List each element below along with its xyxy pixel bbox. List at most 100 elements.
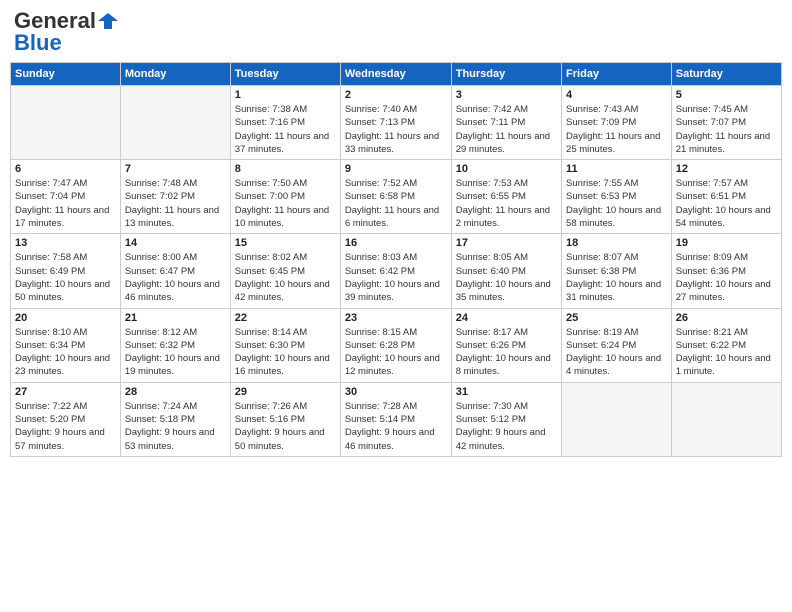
day-number: 10 [456, 163, 557, 175]
day-number: 27 [15, 386, 116, 398]
day-info: Sunrise: 8:19 AMSunset: 6:24 PMDaylight:… [566, 326, 667, 379]
day-number: 7 [125, 163, 226, 175]
calendar-cell: 25 Sunrise: 8:19 AMSunset: 6:24 PMDayligh… [562, 308, 672, 382]
day-number: 16 [345, 237, 447, 249]
week-row-4: 20 Sunrise: 8:10 AMSunset: 6:34 PMDayligh… [11, 308, 782, 382]
calendar-cell: 5Sunrise: 7:45 AMSunset: 7:07 PMDaylight… [671, 86, 781, 160]
calendar-cell: 2 Sunrise: 7:40 AMSunset: 7:13 PMDaylight… [340, 86, 451, 160]
calendar-cell: 8 Sunrise: 7:50 AMSunset: 7:00 PMDaylight… [230, 160, 340, 234]
calendar-cell [120, 86, 230, 160]
day-info: Sunrise: 7:28 AMSunset: 5:14 PMDaylight:… [345, 400, 447, 453]
logo-blue: Blue [14, 32, 62, 54]
calendar-cell: 28 Sunrise: 7:24 AMSunset: 5:18 PMDayligh… [120, 382, 230, 456]
calendar-cell: 30 Sunrise: 7:28 AMSunset: 5:14 PMDayligh… [340, 382, 451, 456]
day-number: 24 [456, 312, 557, 324]
days-of-week-header: SundayMondayTuesdayWednesdayThursdayFrid… [11, 63, 782, 86]
calendar-cell: 14 Sunrise: 8:00 AMSunset: 6:47 PMDayligh… [120, 234, 230, 308]
day-number: 1 [235, 89, 336, 101]
day-number: 30 [345, 386, 447, 398]
day-info: Sunrise: 7:45 AMSunset: 7:07 PMDaylight:… [676, 103, 777, 156]
calendar-cell [671, 382, 781, 456]
calendar-cell: 24 Sunrise: 8:17 AMSunset: 6:26 PMDayligh… [451, 308, 561, 382]
day-info: Sunrise: 8:17 AMSunset: 6:26 PMDaylight:… [456, 326, 557, 379]
calendar-cell: 22 Sunrise: 8:14 AMSunset: 6:30 PMDayligh… [230, 308, 340, 382]
calendar-cell: 3 Sunrise: 7:42 AMSunset: 7:11 PMDaylight… [451, 86, 561, 160]
calendar-cell: 21Sunrise: 8:12 AMSunset: 6:32 PMDayligh… [120, 308, 230, 382]
logo: General Blue [14, 10, 118, 54]
day-of-week-wednesday: Wednesday [340, 63, 451, 86]
day-info: Sunrise: 8:00 AMSunset: 6:47 PMDaylight:… [125, 251, 226, 304]
day-info: Sunrise: 8:15 AMSunset: 6:28 PMDaylight:… [345, 326, 447, 379]
calendar-cell: 31 Sunrise: 7:30 AMSunset: 5:12 PMDayligh… [451, 382, 561, 456]
day-info: Sunrise: 7:38 AMSunset: 7:16 PMDaylight:… [235, 103, 336, 156]
day-info: Sunrise: 8:21 AMSunset: 6:22 PMDaylight:… [676, 326, 777, 379]
day-number: 9 [345, 163, 447, 175]
day-number: 20 [15, 312, 116, 324]
day-info: Sunrise: 7:42 AMSunset: 7:11 PMDaylight:… [456, 103, 557, 156]
day-info: Sunrise: 7:22 AMSunset: 5:20 PMDaylight:… [15, 400, 116, 453]
calendar-cell: 10 Sunrise: 7:53 AMSunset: 6:55 PMDayligh… [451, 160, 561, 234]
day-info: Sunrise: 8:03 AMSunset: 6:42 PMDaylight:… [345, 251, 447, 304]
day-info: Sunrise: 7:30 AMSunset: 5:12 PMDaylight:… [456, 400, 557, 453]
calendar-cell: 1 Sunrise: 7:38 AMSunset: 7:16 PMDaylight… [230, 86, 340, 160]
day-number: 28 [125, 386, 226, 398]
day-number: 6 [15, 163, 116, 175]
calendar-cell: 12 Sunrise: 7:57 AMSunset: 6:51 PMDayligh… [671, 160, 781, 234]
day-info: Sunrise: 8:02 AMSunset: 6:45 PMDaylight:… [235, 251, 336, 304]
calendar-cell: 9 Sunrise: 7:52 AMSunset: 6:58 PMDaylight… [340, 160, 451, 234]
calendar-body: 1 Sunrise: 7:38 AMSunset: 7:16 PMDaylight… [11, 86, 782, 457]
day-number: 18 [566, 237, 667, 249]
day-of-week-sunday: Sunday [11, 63, 121, 86]
day-info: Sunrise: 7:55 AMSunset: 6:53 PMDaylight:… [566, 177, 667, 230]
day-info: Sunrise: 8:10 AMSunset: 6:34 PMDaylight:… [15, 326, 116, 379]
week-row-1: 1 Sunrise: 7:38 AMSunset: 7:16 PMDaylight… [11, 86, 782, 160]
day-info: Sunrise: 7:53 AMSunset: 6:55 PMDaylight:… [456, 177, 557, 230]
day-number: 14 [125, 237, 226, 249]
day-number: 22 [235, 312, 336, 324]
calendar-cell: 18 Sunrise: 8:07 AMSunset: 6:38 PMDayligh… [562, 234, 672, 308]
day-number: 12 [676, 163, 777, 175]
day-number: 26 [676, 312, 777, 324]
day-of-week-monday: Monday [120, 63, 230, 86]
calendar-cell: 6 Sunrise: 7:47 AMSunset: 7:04 PMDaylight… [11, 160, 121, 234]
week-row-3: 13 Sunrise: 7:58 AMSunset: 6:49 PMDayligh… [11, 234, 782, 308]
day-info: Sunrise: 7:43 AMSunset: 7:09 PMDaylight:… [566, 103, 667, 156]
day-info: Sunrise: 8:09 AMSunset: 6:36 PMDaylight:… [676, 251, 777, 304]
day-number: 4 [566, 89, 667, 101]
day-number: 3 [456, 89, 557, 101]
day-of-week-thursday: Thursday [451, 63, 561, 86]
day-number: 25 [566, 312, 667, 324]
day-number: 15 [235, 237, 336, 249]
calendar-cell: 23 Sunrise: 8:15 AMSunset: 6:28 PMDayligh… [340, 308, 451, 382]
day-info: Sunrise: 8:07 AMSunset: 6:38 PMDaylight:… [566, 251, 667, 304]
week-row-2: 6 Sunrise: 7:47 AMSunset: 7:04 PMDaylight… [11, 160, 782, 234]
day-number: 17 [456, 237, 557, 249]
calendar-cell: 13 Sunrise: 7:58 AMSunset: 6:49 PMDayligh… [11, 234, 121, 308]
week-row-5: 27 Sunrise: 7:22 AMSunset: 5:20 PMDayligh… [11, 382, 782, 456]
day-number: 8 [235, 163, 336, 175]
day-number: 21 [125, 312, 226, 324]
day-number: 11 [566, 163, 667, 175]
day-info: Sunrise: 7:24 AMSunset: 5:18 PMDaylight:… [125, 400, 226, 453]
day-info: Sunrise: 8:14 AMSunset: 6:30 PMDaylight:… [235, 326, 336, 379]
calendar-cell: 29Sunrise: 7:26 AMSunset: 5:16 PMDayligh… [230, 382, 340, 456]
day-number: 2 [345, 89, 447, 101]
logo-bird-icon [98, 13, 118, 29]
calendar-cell [562, 382, 672, 456]
calendar-cell: 27 Sunrise: 7:22 AMSunset: 5:20 PMDayligh… [11, 382, 121, 456]
day-info: Sunrise: 7:47 AMSunset: 7:04 PMDaylight:… [15, 177, 116, 230]
calendar-cell: 7 Sunrise: 7:48 AMSunset: 7:02 PMDaylight… [120, 160, 230, 234]
day-info: Sunrise: 7:48 AMSunset: 7:02 PMDaylight:… [125, 177, 226, 230]
calendar-cell: 11 Sunrise: 7:55 AMSunset: 6:53 PMDayligh… [562, 160, 672, 234]
day-info: Sunrise: 7:52 AMSunset: 6:58 PMDaylight:… [345, 177, 447, 230]
day-number: 31 [456, 386, 557, 398]
day-info: Sunrise: 7:50 AMSunset: 7:00 PMDaylight:… [235, 177, 336, 230]
day-info: Sunrise: 8:05 AMSunset: 6:40 PMDaylight:… [456, 251, 557, 304]
day-of-week-friday: Friday [562, 63, 672, 86]
day-info: Sunrise: 7:57 AMSunset: 6:51 PMDaylight:… [676, 177, 777, 230]
day-number: 23 [345, 312, 447, 324]
calendar-cell: 26 Sunrise: 8:21 AMSunset: 6:22 PMDayligh… [671, 308, 781, 382]
day-info: Sunrise: 7:40 AMSunset: 7:13 PMDaylight:… [345, 103, 447, 156]
day-info: Sunrise: 7:58 AMSunset: 6:49 PMDaylight:… [15, 251, 116, 304]
day-number: 13 [15, 237, 116, 249]
